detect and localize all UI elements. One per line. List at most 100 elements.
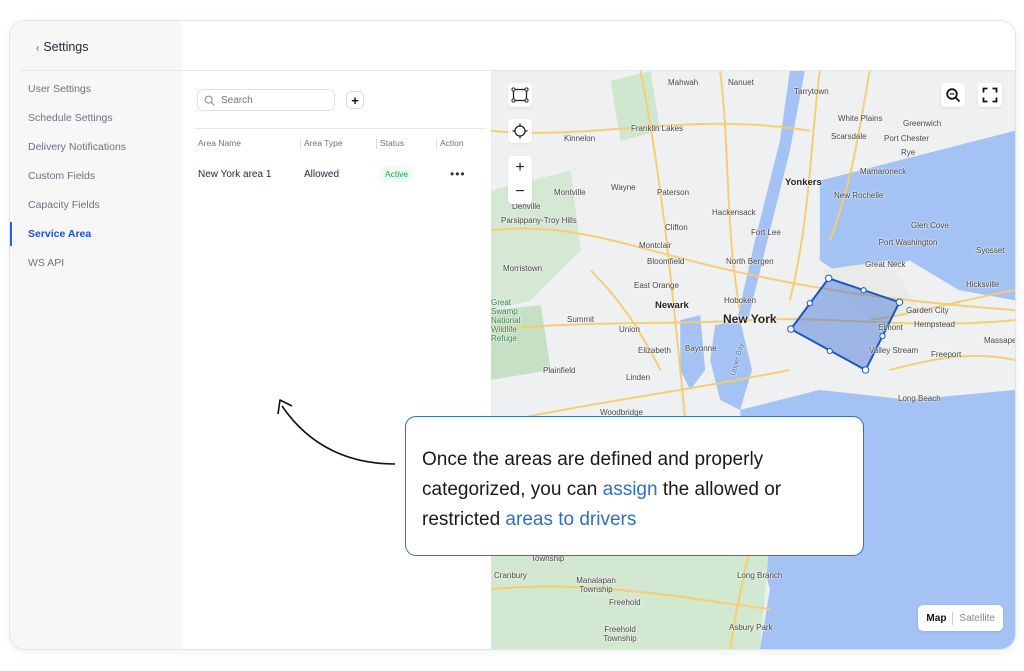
more-actions-icon[interactable]: •••	[440, 167, 466, 181]
water-upper-bay	[710, 320, 753, 410]
add-area-button[interactable]: +	[346, 91, 364, 109]
map-label: Freehold	[609, 598, 641, 607]
status-cell: Active	[376, 166, 436, 182]
sidebar-item-schedule-settings[interactable]: Schedule Settings	[10, 106, 182, 135]
table-row[interactable]: New York area 1 Allowed Active •••	[194, 157, 486, 191]
sidebar-item-service-area[interactable]: Service Area	[10, 222, 182, 251]
map-label: Yonkers	[785, 177, 822, 188]
settings-sidebar: ‹ Settings User Settings Schedule Setting…	[10, 21, 182, 649]
map-label: White Plains	[838, 114, 883, 123]
search-icon	[204, 95, 215, 105]
map-label: Long Beach	[898, 394, 941, 403]
polygon-vertex-handle	[895, 298, 904, 306]
map-label: Elmont	[878, 323, 903, 332]
map-label: Tarrytown	[794, 87, 829, 96]
map-label: Manalapan Township	[576, 576, 616, 594]
map-label: Wayne	[611, 183, 636, 192]
areas-table: Area Name Area Type Status Action New Yo…	[194, 128, 486, 191]
map-label: Massape	[984, 336, 1015, 345]
map-label: Montclair	[639, 241, 672, 250]
map-search-button[interactable]	[941, 83, 965, 107]
zoom-out-button[interactable]: −	[508, 180, 532, 204]
map-label: Nanuet	[728, 78, 754, 87]
search-input[interactable]	[221, 94, 321, 106]
area-name-cell: New York area 1	[198, 168, 272, 180]
sidebar-item-user-settings[interactable]: User Settings	[10, 77, 182, 106]
sidebar-item-custom-fields[interactable]: Custom Fields	[10, 164, 182, 193]
map-label: New York	[723, 312, 777, 326]
map-label: Port Chester	[884, 134, 929, 143]
service-area-list-panel: + Area Name Area Type Status Action New …	[182, 71, 491, 649]
map-label: Hoboken	[724, 296, 757, 305]
callout-highlight-areas-to-drivers: areas to drivers	[505, 509, 637, 530]
map-label: Freeport	[931, 350, 962, 359]
polygon-midpoint-handle	[860, 287, 867, 294]
map-label: Linden	[626, 373, 651, 382]
map-label: East Orange	[634, 281, 679, 290]
map-label: Fort Lee	[751, 228, 781, 237]
sidebar-item-delivery-notifications[interactable]: Delivery Notifications	[10, 135, 182, 164]
magnifier-icon	[946, 88, 961, 103]
map-label: New Rochelle	[834, 191, 884, 200]
area-type-cell: Allowed	[304, 168, 340, 180]
polygon-midpoint-handle	[879, 332, 886, 340]
map-label: Asbury Park	[729, 623, 773, 632]
map-label: Glen Cove	[911, 221, 949, 230]
map-label: Bayonne	[685, 344, 717, 353]
arrow-head	[277, 399, 293, 415]
map-label: Kinnelon	[564, 134, 596, 143]
map-label: Plainfield	[543, 366, 576, 375]
map-label: Garden City	[906, 306, 949, 315]
map-label: Union	[619, 325, 640, 334]
polygon-vertex-handle	[861, 366, 870, 374]
map-label: Hicksville	[966, 280, 1000, 289]
map-label: Port Washington	[878, 238, 938, 247]
callout-highlight-assign: assign	[602, 479, 658, 500]
fullscreen-button[interactable]	[978, 83, 1002, 107]
map-label: Great Swamp National Wildlife Refuge	[491, 298, 521, 343]
map-label: Morristown	[503, 264, 543, 273]
search-box[interactable]	[197, 89, 335, 111]
column-header-action: Action	[436, 138, 486, 149]
map-label: Rye	[901, 148, 916, 157]
map-label: Mamaroneck	[860, 167, 907, 176]
locate-me-button[interactable]	[508, 119, 532, 143]
top-bar	[182, 21, 1015, 71]
map-type-satellite[interactable]: Satellite	[959, 613, 995, 624]
status-badge: Active	[380, 166, 414, 182]
map-label: Mahwah	[668, 78, 699, 87]
table-header: Area Name Area Type Status Action	[194, 129, 486, 157]
map-label: Great Neck	[865, 260, 906, 269]
polygon-vertex-handle	[787, 325, 795, 333]
settings-nav: User Settings Schedule Settings Delivery…	[10, 77, 182, 280]
map-label: Freehold Township	[603, 625, 637, 643]
map-label: Bloomfield	[647, 257, 685, 266]
map-base	[491, 71, 1015, 649]
sidebar-title: Settings	[43, 40, 89, 54]
map-label: Paterson	[657, 188, 690, 197]
sidebar-item-ws-api[interactable]: WS API	[10, 251, 182, 280]
zoom-in-button[interactable]: +	[508, 156, 532, 180]
map-label: Syosset	[976, 246, 1005, 255]
map-label: Montville	[554, 188, 586, 197]
map-label: Hackensack	[712, 208, 756, 217]
sidebar-item-capacity-fields[interactable]: Capacity Fields	[10, 193, 182, 222]
arrow-curve	[281, 405, 396, 465]
map-label: North Bergen	[726, 257, 774, 266]
column-header-area-type: Area Type	[300, 138, 376, 149]
chevron-left-icon: ‹	[36, 43, 40, 54]
map-label: Valley Stream	[869, 346, 919, 355]
map-label: Summit	[567, 315, 595, 324]
fullscreen-icon	[982, 87, 998, 103]
draw-polygon-button[interactable]	[508, 83, 532, 107]
polygon-midpoint-handle	[806, 300, 813, 307]
map-label: Cranbury	[494, 571, 527, 580]
column-header-status: Status	[376, 138, 436, 149]
back-to-settings[interactable]: ‹ Settings	[20, 21, 182, 71]
map-label: Newark	[655, 300, 689, 311]
map-label: Greenwich	[903, 119, 942, 128]
polygon-midpoint-handle	[826, 347, 833, 355]
map-view[interactable]: Mahwah Nanuet Tarrytown Kinnelon Frankli…	[491, 71, 1015, 649]
map-label: Clifton	[665, 223, 688, 232]
map-type-map[interactable]: Map	[926, 613, 946, 624]
